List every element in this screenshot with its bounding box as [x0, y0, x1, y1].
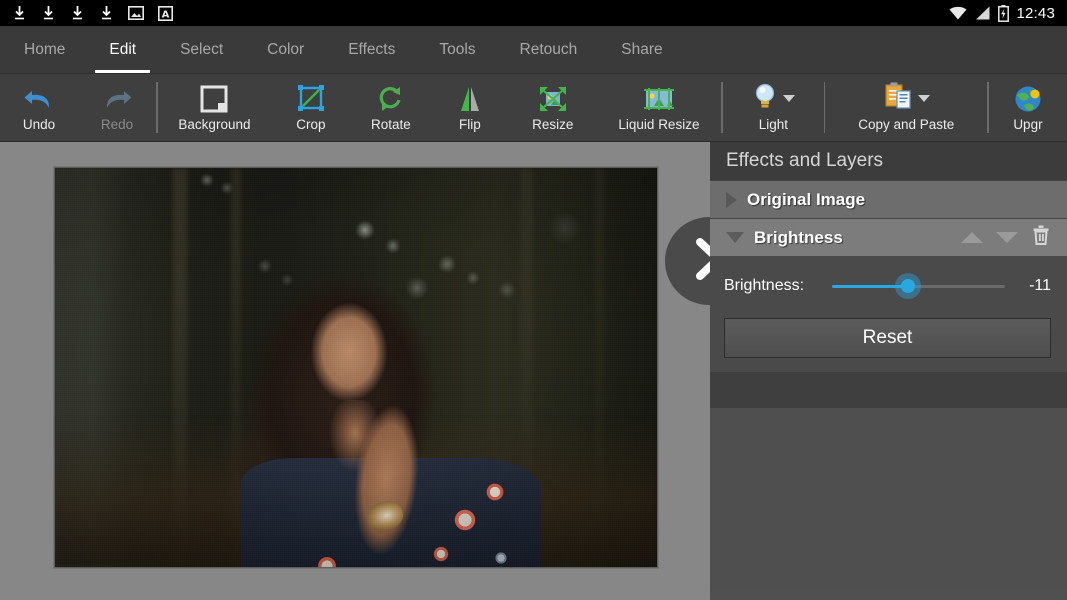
tool-rotate[interactable]: Rotate — [351, 74, 431, 141]
brightness-slider[interactable] — [832, 274, 1005, 298]
background-square-icon — [199, 84, 229, 114]
wifi-icon — [948, 5, 968, 21]
tab-home[interactable]: Home — [0, 26, 87, 73]
panel-spacer — [710, 372, 1067, 408]
tool-label: Flip — [459, 117, 481, 132]
tool-background[interactable]: Background — [158, 74, 271, 141]
download-icon — [99, 5, 114, 21]
arrow-down-icon[interactable] — [996, 232, 1018, 243]
brightness-controls: Brightness: -11 Reset — [710, 256, 1067, 372]
photo-editor-app: A 12:43 Home Edit Select Color Effects T… — [0, 0, 1067, 600]
main-tab-bar: Home Edit Select Color Effects Tools Ret… — [0, 26, 1067, 74]
tool-label: Resize — [532, 117, 573, 132]
layer-row-original-image[interactable]: Original Image — [710, 180, 1067, 218]
layer-row-brightness[interactable]: Brightness — [710, 218, 1067, 256]
tool-flip[interactable]: Flip — [431, 74, 509, 141]
download-icon — [12, 5, 27, 21]
tab-share[interactable]: Share — [599, 26, 684, 73]
tool-label: Light — [759, 117, 788, 132]
tool-light[interactable]: Light — [723, 74, 823, 141]
brightness-value: -11 — [1005, 277, 1051, 295]
android-status-bar: A 12:43 — [0, 0, 1067, 26]
liquid-resize-icon — [641, 84, 677, 114]
tab-retouch[interactable]: Retouch — [498, 26, 600, 73]
lightbulb-icon — [752, 82, 778, 115]
chevron-right-icon[interactable] — [726, 192, 737, 208]
tool-undo[interactable]: Undo — [0, 74, 78, 141]
app-icon: A — [158, 6, 173, 21]
tab-label: Share — [621, 41, 662, 59]
tab-edit[interactable]: Edit — [87, 26, 158, 73]
panel-empty-area — [710, 408, 1067, 590]
resize-icon — [538, 84, 568, 114]
redo-arrow-icon — [100, 84, 134, 114]
tool-label: Redo — [101, 117, 133, 132]
svg-text:A: A — [162, 9, 170, 20]
flip-icon — [455, 84, 485, 114]
tool-label: Crop — [296, 117, 325, 132]
globe-icon — [1014, 84, 1042, 114]
edit-toolbar: Undo Redo Background Crop Rotate — [0, 74, 1067, 142]
panel-title: Effects and Layers — [710, 142, 1067, 180]
tab-label: Edit — [109, 41, 136, 59]
reset-button[interactable]: Reset — [724, 318, 1051, 358]
arrow-up-icon[interactable] — [961, 232, 983, 243]
battery-charging-icon — [998, 5, 1009, 22]
undo-arrow-icon — [22, 84, 56, 114]
effects-and-layers-panel: Effects and Layers Original Image Bright… — [710, 142, 1067, 600]
tool-liquid-resize[interactable]: Liquid Resize — [597, 74, 722, 141]
slider-thumb[interactable] — [895, 273, 921, 299]
tab-label: Effects — [348, 41, 395, 59]
clipboard-icon — [883, 82, 913, 115]
photo-grain — [55, 168, 657, 567]
tool-copy-and-paste[interactable]: Copy and Paste — [825, 74, 987, 141]
tab-label: Select — [180, 41, 223, 59]
tab-color[interactable]: Color — [245, 26, 326, 73]
signal-icon — [975, 5, 991, 21]
rotate-icon — [376, 84, 406, 114]
layer-name: Brightness — [754, 228, 843, 248]
download-icon — [41, 5, 56, 21]
chevron-down-icon[interactable] — [783, 95, 795, 102]
layer-name: Original Image — [747, 190, 865, 210]
image-canvas[interactable] — [0, 142, 710, 600]
edited-photo[interactable] — [54, 167, 658, 568]
tool-crop[interactable]: Crop — [271, 74, 351, 141]
tab-label: Retouch — [520, 41, 578, 59]
tool-label: Copy and Paste — [858, 117, 954, 132]
status-notification-icons: A — [0, 5, 173, 21]
chevron-down-icon[interactable] — [726, 232, 744, 243]
brightness-slider-row: Brightness: -11 — [724, 274, 1051, 298]
trash-icon[interactable] — [1031, 224, 1051, 251]
tab-effects[interactable]: Effects — [326, 26, 417, 73]
tab-select[interactable]: Select — [158, 26, 245, 73]
tool-label: Undo — [23, 117, 55, 132]
tool-label: Upgr — [1013, 117, 1042, 132]
tab-label: Color — [267, 41, 304, 59]
tab-tools[interactable]: Tools — [417, 26, 497, 73]
tab-label: Tools — [439, 41, 475, 59]
status-system-icons: 12:43 — [948, 5, 1067, 22]
tool-redo[interactable]: Redo — [78, 74, 156, 141]
status-clock: 12:43 — [1016, 5, 1055, 22]
layer-actions — [961, 224, 1055, 251]
tool-upgrade[interactable]: Upgr — [989, 74, 1067, 141]
chevron-down-icon[interactable] — [918, 95, 930, 102]
tool-label: Background — [178, 117, 250, 132]
download-icon — [70, 5, 85, 21]
tool-label: Rotate — [371, 117, 411, 132]
tool-resize[interactable]: Resize — [509, 74, 597, 141]
tab-label: Home — [24, 41, 65, 59]
image-icon — [128, 6, 144, 20]
brightness-label: Brightness: — [724, 277, 832, 295]
tool-label: Liquid Resize — [618, 117, 699, 132]
crop-icon — [296, 84, 326, 114]
